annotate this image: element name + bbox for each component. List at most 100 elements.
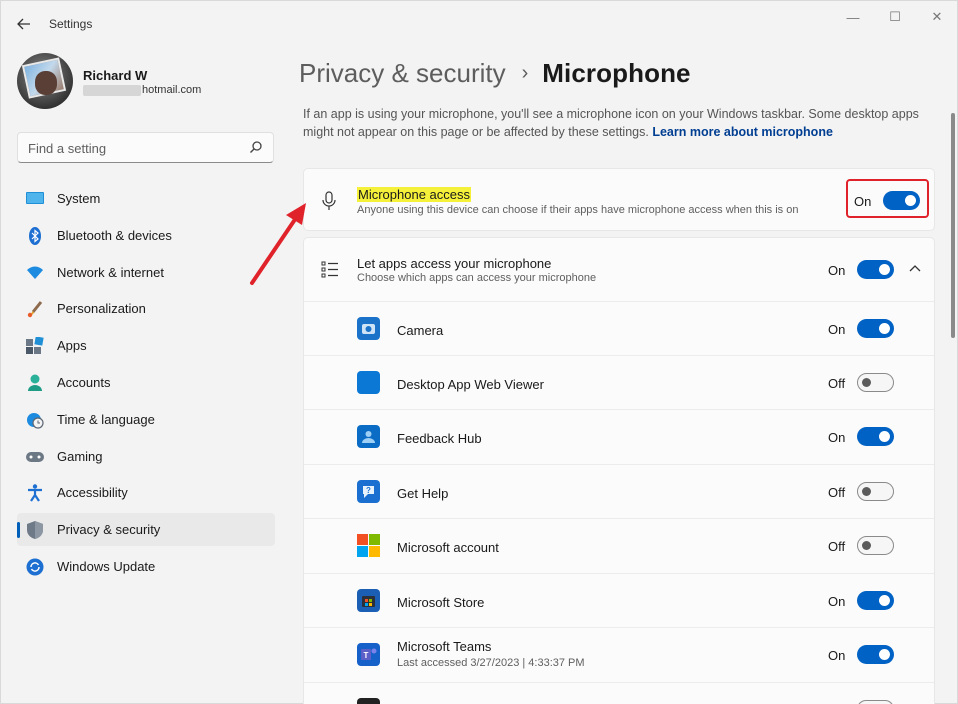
back-arrow-icon xyxy=(17,18,30,30)
let-apps-subtitle: Choose which apps can access your microp… xyxy=(357,272,597,284)
gamepad-icon xyxy=(26,448,44,466)
annotation-highlight-box xyxy=(846,179,929,218)
app-state: Off xyxy=(828,485,846,500)
partial-toggle[interactable] xyxy=(857,700,894,704)
app-state: On xyxy=(828,322,846,337)
search-placeholder: Find a setting xyxy=(28,141,107,156)
learn-more-link[interactable]: Learn more about microphone xyxy=(652,125,833,139)
microsoft-account-toggle[interactable] xyxy=(857,536,894,555)
sidebar-item-personalization[interactable]: Personalization xyxy=(17,292,275,325)
let-apps-title: Let apps access your microphone xyxy=(357,256,552,271)
let-apps-toggle[interactable] xyxy=(857,260,894,279)
page-description: If an app is using your microphone, you'… xyxy=(303,105,923,141)
store-app-icon xyxy=(357,589,380,612)
vertical-scrollbar[interactable] xyxy=(951,113,955,338)
system-icon xyxy=(26,190,44,208)
email-redaction xyxy=(83,84,141,96)
minimize-button[interactable]: — xyxy=(835,7,871,27)
brush-icon xyxy=(26,300,44,318)
sidebar-item-accessibility[interactable]: Accessibility xyxy=(17,476,275,509)
svg-text:?: ? xyxy=(366,486,371,495)
app-name: Feedback Hub xyxy=(397,431,482,446)
app-row-feedback-hub: Feedback Hub On xyxy=(304,409,934,463)
app-name: Microsoft Teams xyxy=(397,639,492,654)
app-row-microsoft-account: Microsoft account Off xyxy=(304,518,934,572)
accessibility-icon xyxy=(26,484,44,502)
camera-app-icon xyxy=(357,317,380,340)
user-name: Richard W xyxy=(83,68,148,83)
breadcrumb-separator: › xyxy=(521,61,529,84)
get-help-toggle[interactable] xyxy=(857,482,894,501)
partial-app-icon xyxy=(357,698,380,704)
web-viewer-app-icon xyxy=(357,371,380,394)
microphone-access-card: Microphone access Anyone using this devi… xyxy=(303,168,935,231)
globe-clock-icon xyxy=(26,411,44,429)
sidebar-item-apps[interactable]: Apps xyxy=(17,329,275,362)
apps-icon xyxy=(26,337,44,355)
teams-app-icon: T xyxy=(357,643,380,666)
svg-text:T: T xyxy=(364,651,369,660)
app-row-microsoft-teams: T Microsoft Teams Last accessed 3/27/202… xyxy=(304,627,934,681)
app-state: On xyxy=(828,430,846,445)
breadcrumb-parent[interactable]: Privacy & security xyxy=(299,58,506,89)
wifi-icon xyxy=(26,264,44,282)
user-email: hotmail.com xyxy=(83,84,201,96)
close-icon: ✕ xyxy=(931,9,943,24)
microsoft-logo-icon xyxy=(357,534,380,557)
app-name: Get Help xyxy=(397,486,449,501)
app-state: Off xyxy=(828,376,846,391)
page-title: Microphone xyxy=(542,57,691,88)
back-button[interactable] xyxy=(11,11,37,37)
shield-icon xyxy=(26,521,44,540)
microsoft-store-toggle[interactable] xyxy=(857,591,894,610)
let-apps-access-card: Let apps access your microphone Choose w… xyxy=(303,237,935,704)
sidebar-item-windows-update[interactable]: Windows Update xyxy=(17,550,275,583)
sidebar-item-time-language[interactable]: Time & language xyxy=(17,403,275,436)
bluetooth-icon xyxy=(26,226,44,245)
sidebar-item-gaming[interactable]: Gaming xyxy=(17,440,275,473)
list-icon xyxy=(321,261,338,278)
sidebar-item-system[interactable]: System xyxy=(17,182,275,215)
app-row-desktop-web-viewer: Desktop App Web Viewer Off xyxy=(304,355,934,409)
sidebar-item-accounts[interactable]: Accounts xyxy=(17,366,275,399)
app-state: On xyxy=(828,648,846,663)
feedback-hub-toggle[interactable] xyxy=(857,427,894,446)
title-bar: Settings — ☐ ✕ xyxy=(1,1,958,45)
sidebar-item-network[interactable]: Network & internet xyxy=(17,256,275,289)
sidebar-item-privacy-security[interactable]: Privacy & security xyxy=(17,513,275,547)
app-row-microsoft-store: Microsoft Store On xyxy=(304,573,934,627)
sidebar-nav: System Bluetooth & devices Network & int… xyxy=(17,182,275,587)
app-name: Desktop App Web Viewer xyxy=(397,377,544,392)
app-last-accessed: Last accessed 3/27/2023 | 4:33:37 PM xyxy=(397,657,585,669)
maximize-button[interactable]: ☐ xyxy=(877,7,913,27)
app-row-camera: Camera On xyxy=(304,301,934,355)
app-name: Microsoft Store xyxy=(397,595,485,610)
app-row-partial xyxy=(304,682,934,704)
search-input[interactable]: Find a setting xyxy=(17,132,274,163)
microphone-access-subtitle: Anyone using this device can choose if t… xyxy=(357,204,799,216)
update-icon xyxy=(26,558,44,576)
get-help-app-icon: ? xyxy=(357,480,380,503)
minimize-icon: — xyxy=(846,9,860,25)
feedback-hub-app-icon xyxy=(357,425,380,448)
camera-toggle[interactable] xyxy=(857,319,894,338)
breadcrumb: Privacy & security › Microphone xyxy=(299,55,691,91)
microphone-icon xyxy=(322,191,336,210)
let-apps-state: On xyxy=(828,263,846,278)
search-icon xyxy=(250,141,262,153)
desktop-web-viewer-toggle[interactable] xyxy=(857,373,894,392)
app-name: Camera xyxy=(397,323,444,338)
app-name: Microsoft account xyxy=(397,540,499,555)
microphone-access-title: Microphone access xyxy=(357,187,471,202)
sidebar-item-bluetooth[interactable]: Bluetooth & devices xyxy=(17,219,275,252)
app-title: Settings xyxy=(49,17,93,31)
close-button[interactable]: ✕ xyxy=(919,7,955,27)
avatar xyxy=(17,53,73,109)
settings-window: Settings — ☐ ✕ Richard W hotmail.com Fin… xyxy=(0,0,958,704)
microsoft-teams-toggle[interactable] xyxy=(857,645,894,664)
app-row-get-help: ? Get Help Off xyxy=(304,464,934,518)
accounts-icon xyxy=(26,374,44,392)
app-state: Off xyxy=(828,539,846,554)
user-profile[interactable]: Richard W hotmail.com xyxy=(17,53,277,111)
chevron-up-icon[interactable] xyxy=(909,264,921,272)
